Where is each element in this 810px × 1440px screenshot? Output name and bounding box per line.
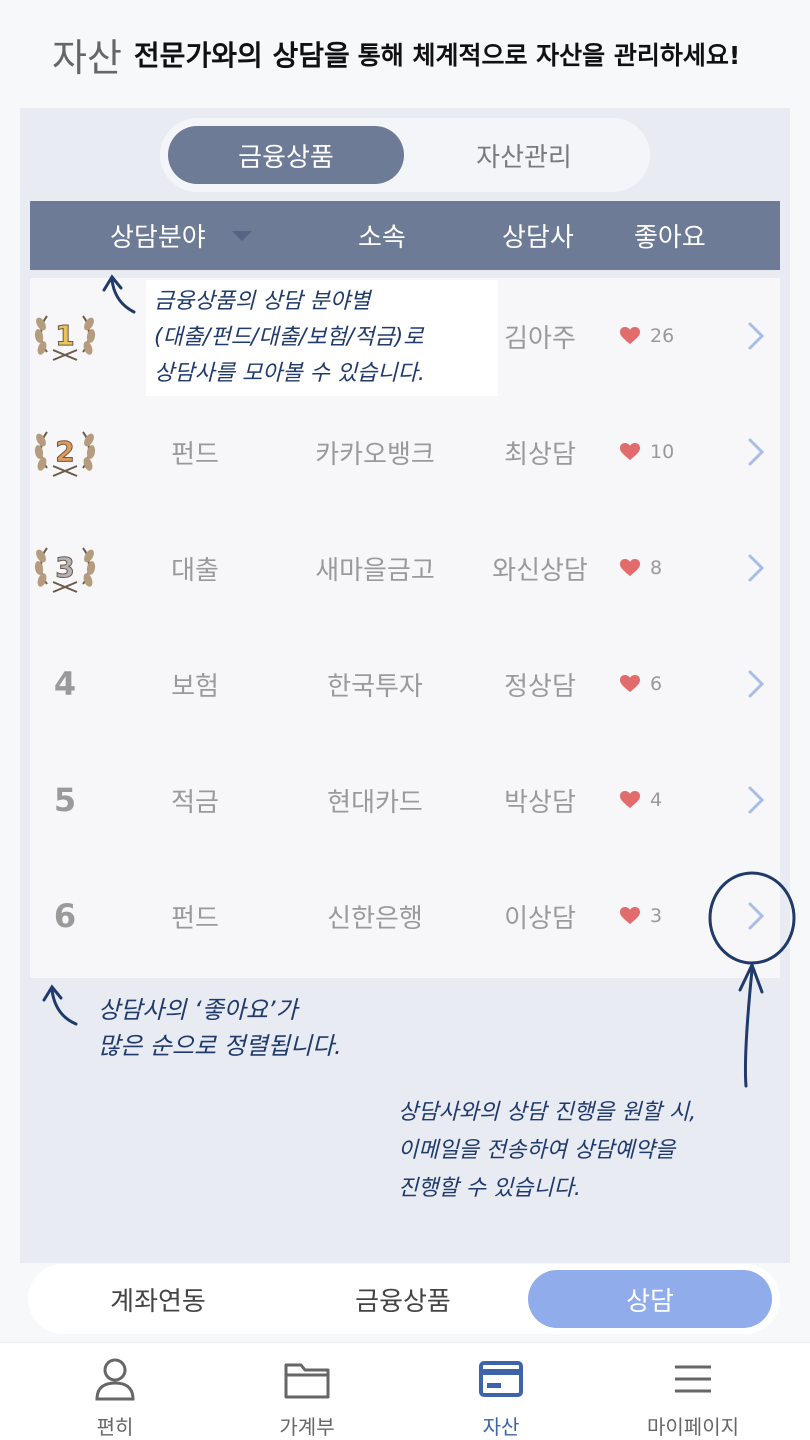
counselor-name: 박상담 <box>504 787 576 818</box>
table-row[interactable]: 3 대출 새마을금고 와신상담 8 <box>30 510 780 626</box>
heart-icon <box>620 443 640 460</box>
counselor-name: 최상담 <box>504 439 576 470</box>
org-value: 카카오뱅크 <box>315 439 435 470</box>
field-value: 보험 <box>171 671 219 702</box>
likes-count[interactable]: 8 <box>620 510 710 626</box>
chevron-right-icon[interactable] <box>736 626 776 742</box>
subtab-account-link[interactable]: 계좌연동 <box>28 1264 288 1334</box>
caret-down-icon <box>231 230 252 241</box>
rank-number: 6 <box>53 897 77 935</box>
nav-home[interactable]: 편히 <box>20 1343 210 1440</box>
header-org: 소속 <box>358 223 406 253</box>
field-value: 펀드 <box>171 439 219 470</box>
table-row[interactable]: 6 펀드 신한은행 이상담 3 <box>30 858 780 974</box>
chevron-right-icon[interactable] <box>736 278 776 394</box>
header-counselor: 상담사 <box>502 223 574 253</box>
table-row[interactable]: 4 보험 한국투자 정상담 6 <box>30 626 780 742</box>
table-row[interactable]: 5 적금 현대카드 박상담 4 <box>30 742 780 858</box>
header-likes: 좋아요 <box>634 223 706 253</box>
rank-2-badge: 2 <box>30 394 100 510</box>
chevron-right-icon[interactable] <box>736 858 776 974</box>
chevron-right-icon[interactable] <box>736 510 776 626</box>
bronze-laurel-icon: 2 <box>34 431 96 477</box>
rank-number: 3 <box>55 551 74 584</box>
header-rest-text: 통해 체계적으로 자산을 관리하세요! <box>357 41 741 70</box>
annotation-field-filter: 금융상품의 상담 분야별 (대출/펀드/대출/보험/적금)로 상담사를 모아볼 … <box>146 280 498 396</box>
field-filter-dropdown[interactable]: 상담분야 <box>110 201 252 270</box>
rank-number: 5 <box>53 781 77 819</box>
heart-icon <box>620 327 640 344</box>
likes-count[interactable]: 3 <box>620 858 710 974</box>
heart-icon <box>620 791 640 808</box>
tab-financial-products[interactable]: 금융상품 <box>168 126 404 184</box>
likes-count[interactable]: 26 <box>620 278 710 394</box>
annotation-reservation: 상담사와의 상담 진행을 원할 시, 이메일을 전송하여 상담예약을 진행할 수… <box>398 1100 697 1201</box>
nav-assets[interactable]: 자산 <box>406 1343 596 1440</box>
likes-count[interactable]: 4 <box>620 742 710 858</box>
chevron-right-icon[interactable] <box>736 394 776 510</box>
counselor-name: 정상담 <box>504 671 576 702</box>
folder-icon <box>284 1363 330 1399</box>
org-value: 신한은행 <box>327 903 423 934</box>
heart-icon <box>620 907 640 924</box>
rank-number: 1 <box>55 319 74 352</box>
header-word: 자산 <box>52 35 122 80</box>
page-header: 자산 전문가와의 상담을 통해 체계적으로 자산을 관리하세요! <box>0 0 810 108</box>
gold-laurel-icon: 1 <box>34 315 96 361</box>
field-value: 적금 <box>171 787 219 818</box>
counselor-name: 이상담 <box>504 903 576 934</box>
silver-laurel-icon: 3 <box>34 547 96 593</box>
rank-number: 4 <box>53 665 77 703</box>
person-icon <box>95 1358 135 1401</box>
org-value: 한국투자 <box>327 671 423 702</box>
subtab-consultation[interactable]: 상담 <box>528 1270 772 1328</box>
heart-icon <box>620 559 640 576</box>
nav-household-ledger[interactable]: 가계부 <box>212 1343 402 1440</box>
counselor-name: 와신상담 <box>492 555 588 586</box>
likes-count[interactable]: 10 <box>620 394 710 510</box>
subtab-financial-products[interactable]: 금융상품 <box>278 1264 528 1334</box>
field-value: 펀드 <box>171 903 219 934</box>
rank-number: 2 <box>55 435 74 468</box>
field-value: 대출 <box>171 555 219 586</box>
chevron-right-icon[interactable] <box>736 742 776 858</box>
table-row[interactable]: 2 펀드 카카오뱅크 최상담 10 <box>30 394 780 510</box>
org-value: 현대카드 <box>327 787 423 818</box>
rank-3-badge: 3 <box>30 510 100 626</box>
org-value: 새마을금고 <box>315 555 435 586</box>
menu-icon <box>675 1365 711 1393</box>
heart-icon <box>620 675 640 692</box>
card-icon <box>479 1361 523 1397</box>
nav-my-page[interactable]: 마이페이지 <box>598 1343 788 1440</box>
header-field: 상담분야 <box>110 223 206 253</box>
header-strong-text: 전문가와의 상담을 <box>133 39 350 72</box>
annotation-sort-order: 상담사의 ‘좋아요’가 많은 순으로 정렬됩니다. <box>98 996 342 1060</box>
bottom-nav: 편히 가계부 자산 마이페이지 <box>0 1342 810 1440</box>
tab-asset-management[interactable]: 자산관리 <box>406 126 642 184</box>
category-segment: 금융상품 자산관리 <box>160 118 650 192</box>
table-header: 상담분야 소속 상담사 좋아요 <box>30 201 780 270</box>
sub-tab-bar: 계좌연동 금융상품 상담 <box>28 1264 780 1334</box>
rank-1-badge: 1 <box>30 278 100 394</box>
likes-count[interactable]: 6 <box>620 626 710 742</box>
